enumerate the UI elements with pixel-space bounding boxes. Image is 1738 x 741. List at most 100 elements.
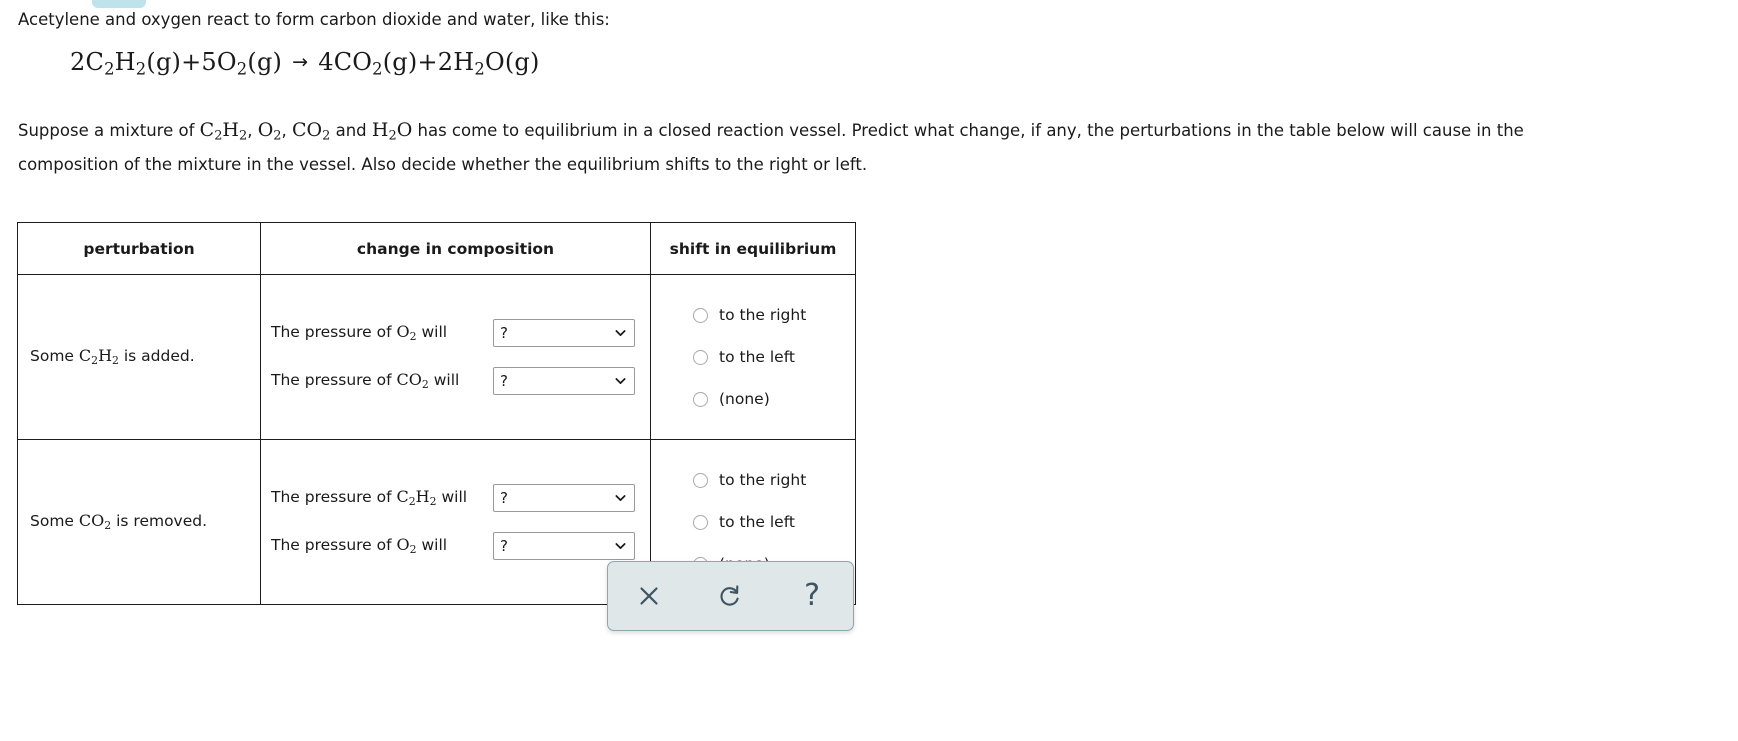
equation-reactant2-state: (g) — [247, 48, 283, 76]
radio-circle-icon[interactable] — [693, 472, 708, 488]
radio-option-to-the-right-row1[interactable]: to the right — [651, 294, 855, 336]
equation-reactant1-state: (g) — [146, 48, 182, 76]
equation-product2-sub1: 2 — [474, 59, 485, 79]
change-cell-1: The pressure of O2 will ? The pressure o… — [260, 274, 651, 440]
perturbation-2-prefix: Some — [30, 512, 79, 531]
change-1-1-species: O2 — [396, 322, 417, 344]
perturbation-1-species: C2H2 — [79, 346, 119, 368]
header-change-in-composition: change in composition — [260, 222, 651, 275]
sp1-sub2: 2 — [238, 128, 248, 144]
change-1-1-sub1: 2 — [409, 330, 417, 344]
select-wrapper: ? — [493, 484, 635, 512]
radio-option-to-the-left-row1[interactable]: to the left — [651, 336, 855, 378]
intro-sentence: Acetylene and oxygen react to form carbo… — [18, 10, 610, 29]
paragraph-species-o2: O2 — [257, 119, 282, 144]
paragraph-comma-2: , — [281, 121, 292, 140]
paragraph-part1: Suppose a mixture of — [18, 121, 200, 140]
equation-plus-1: + — [181, 48, 202, 76]
radio-label: to the left — [719, 348, 795, 366]
sp4-el1: H — [371, 119, 389, 141]
equation-product1-state: (g) — [382, 48, 418, 76]
help-button[interactable]: ? — [786, 573, 838, 619]
sp2-el: O — [257, 119, 274, 141]
select-wrapper: ? — [493, 367, 635, 395]
change-2-1-el2: H — [415, 487, 430, 507]
equation-reactant2-el: O — [216, 48, 237, 76]
paragraph-species-c2h2: C2H2 — [199, 119, 248, 144]
radio-option-none-row1[interactable]: (none) — [651, 378, 855, 420]
sp1-el1: C — [199, 119, 215, 141]
equation-product2-state: (g) — [504, 48, 540, 76]
equation-product1-sub: 2 — [372, 59, 383, 79]
radio-option-to-the-left-row2[interactable]: to the left — [651, 501, 855, 543]
change-1-2-species: CO2 — [396, 370, 429, 391]
change-statement-row: The pressure of CO2 will ? — [271, 357, 650, 405]
reset-button[interactable] — [704, 573, 756, 619]
change-2-1-suffix: will — [436, 488, 468, 507]
equation-reactant2-sub: 2 — [236, 59, 248, 79]
change-2-1-text: The pressure of C2H2 will — [271, 487, 485, 508]
radio-label: to the left — [719, 513, 795, 531]
change-1-2-prefix: The pressure of — [271, 371, 397, 390]
reaction-arrow-icon: → — [292, 51, 309, 73]
pressure-select-o2-row1[interactable]: ? — [493, 319, 635, 347]
question-mark-icon: ? — [804, 578, 821, 613]
change-2-1-el1: C — [396, 487, 409, 507]
radio-circle-icon[interactable] — [693, 391, 708, 407]
change-2-1-sub1: 2 — [408, 495, 416, 509]
equation-reactant1-sub1: 2 — [104, 59, 115, 79]
radio-circle-icon[interactable] — [693, 349, 708, 365]
equation-product2-el2: O — [484, 48, 505, 76]
shift-cell-1: to the right to the left (none) — [650, 274, 856, 440]
radio-circle-icon[interactable] — [693, 514, 708, 530]
change-2-2-species: O2 — [397, 535, 417, 557]
table-header-row: perturbation change in composition shift… — [17, 222, 856, 275]
change-1-1-prefix: The pressure of — [271, 323, 397, 342]
paragraph-comma-1: , — [247, 121, 258, 140]
change-statement-row: The pressure of O2 will ? — [271, 309, 650, 357]
header-shift-in-equilibrium: shift in equilibrium — [650, 222, 856, 275]
change-cell-2: The pressure of C2H2 will ? The pressure… — [260, 439, 651, 605]
perturbation-1-el2: H — [98, 346, 113, 366]
change-2-2-suffix: will — [416, 536, 448, 555]
change-1-2-text: The pressure of CO2 will — [271, 370, 485, 391]
change-statement-row: The pressure of O2 will ? — [271, 522, 650, 570]
close-x-icon — [640, 587, 658, 605]
equation-reactant1-coeff: 2 — [70, 48, 86, 76]
clear-button[interactable] — [623, 573, 675, 619]
perturbation-2-suffix: is removed. — [111, 512, 208, 531]
radio-circle-icon[interactable] — [693, 307, 708, 323]
pressure-select-co2-row1[interactable]: ? — [493, 367, 635, 395]
radio-option-to-the-right-row2[interactable]: to the right — [651, 459, 855, 501]
paragraph-and: and — [330, 121, 372, 140]
top-tab-accent — [92, 0, 146, 8]
problem-paragraph: Suppose a mixture of C2H2, O2, CO2 and H… — [18, 112, 1548, 181]
perturbation-1-sub2: 2 — [112, 354, 119, 368]
change-1-2-el1: CO — [396, 370, 422, 390]
header-perturbation: perturbation — [17, 222, 261, 275]
perturbation-2-el1: CO — [78, 511, 105, 531]
change-statement-row: The pressure of C2H2 will ? — [271, 474, 650, 522]
paragraph-species-h2o: H2O — [371, 119, 412, 144]
equation-product1-coeff: 4 — [318, 48, 334, 76]
change-2-2-sub1: 2 — [409, 543, 417, 557]
sp1-el2: H — [222, 119, 239, 141]
sp2-sub: 2 — [273, 128, 282, 144]
sp3-el: CO — [292, 119, 323, 141]
perturbation-cell-2: Some CO2 is removed. — [17, 439, 261, 605]
table-row: Some C2H2 is added. The pressure of O2 w… — [17, 274, 856, 440]
equation-product2-el1: H — [453, 48, 475, 76]
change-1-1-el1: O — [396, 322, 410, 342]
select-wrapper: ? — [493, 532, 635, 560]
change-1-1-suffix: will — [416, 323, 448, 342]
change-1-1-text: The pressure of O2 will — [271, 322, 485, 343]
perturbation-2-species: CO2 — [78, 511, 111, 532]
pressure-select-c2h2-row2[interactable]: ? — [493, 484, 635, 512]
paragraph-species-co2: CO2 — [292, 119, 330, 144]
pressure-select-o2-row2[interactable]: ? — [493, 532, 635, 560]
sp4-sub: 2 — [388, 128, 397, 144]
equation-product2-coeff: 2 — [437, 48, 454, 76]
change-2-1-species: C2H2 — [396, 487, 437, 509]
change-2-1-sub2: 2 — [429, 495, 437, 509]
chemical-equation: 2C2H2(g)+5O2(g) → 4CO2(g)+2H2O(g) — [70, 48, 540, 79]
